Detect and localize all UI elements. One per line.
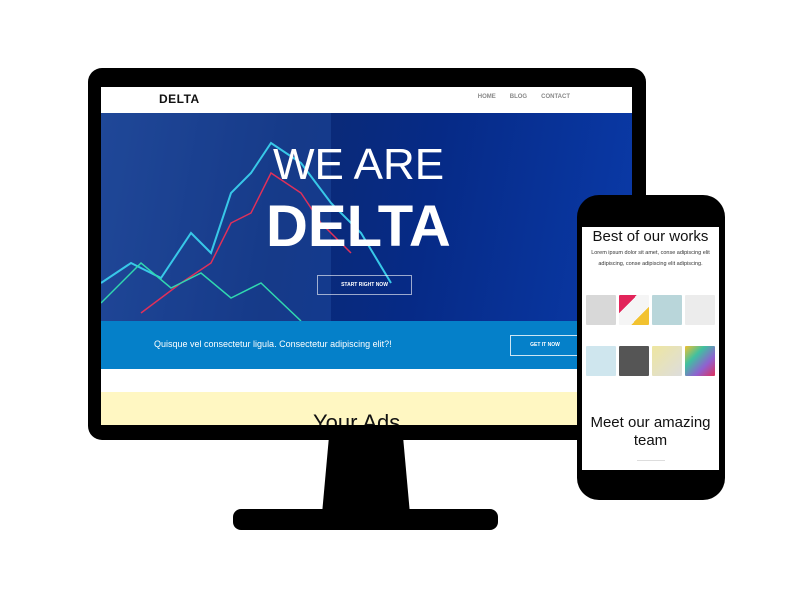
nav-blog[interactable]: BLOG — [510, 94, 527, 100]
work-thumbnail[interactable] — [619, 295, 649, 325]
hero-title-line1: WE ARE — [273, 140, 445, 189]
monitor-stand-base — [233, 509, 498, 530]
work-thumbnail[interactable] — [685, 295, 715, 325]
nav-home[interactable]: HOME — [478, 94, 496, 100]
work-thumbnail[interactable] — [685, 346, 715, 376]
phone-screen: Best of our works Lorem ipsum dolor sit … — [582, 227, 719, 470]
work-thumbnail[interactable] — [652, 295, 682, 325]
works-title: Best of our works — [592, 228, 709, 245]
hero-title-line2: DELTA — [266, 194, 451, 259]
work-thumbnail[interactable] — [652, 346, 682, 376]
monitor-screen: DELTA HOME BLOG CONTACT WE ARE DELTA STA… — [101, 87, 632, 425]
works-gallery-row2 — [582, 346, 719, 376]
work-thumbnail[interactable] — [586, 295, 616, 325]
team-title: Meet our amazing team — [590, 414, 711, 449]
work-thumbnail[interactable] — [619, 346, 649, 376]
works-text: Lorem ipsum dolor sit amet, conse adipis… — [591, 250, 710, 267]
cta-text: Quisque vel consectetur ligula. Consecte… — [154, 339, 392, 349]
divider — [636, 460, 665, 461]
ads-section: Your Ads — [101, 392, 632, 425]
start-right-now-button[interactable]: START RIGHT NOW — [317, 275, 412, 295]
navbar: DELTA HOME BLOG CONTACT — [101, 87, 632, 113]
get-it-now-button[interactable]: GET IT NOW — [510, 335, 580, 356]
works-gallery — [582, 295, 719, 325]
monitor-stand-neck — [322, 436, 410, 514]
hero: WE ARE DELTA START RIGHT NOW — [101, 113, 632, 321]
nav-contact[interactable]: CONTACT — [541, 94, 570, 100]
logo[interactable]: DELTA — [159, 92, 200, 106]
cta-band: Quisque vel consectetur ligula. Consecte… — [101, 321, 632, 369]
ads-title: Your Ads — [313, 410, 401, 425]
work-thumbnail[interactable] — [586, 346, 616, 376]
